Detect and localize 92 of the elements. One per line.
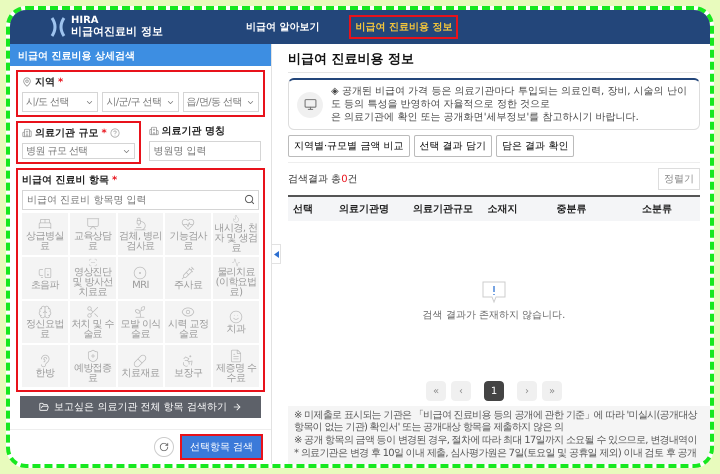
column-header: 의료기관규모: [412, 203, 474, 217]
category-tile[interactable]: 제증명 수수료: [213, 345, 259, 387]
footnote-text: ※ 미제출로 표시되는 기관은 「비급여 진료비용 등의 공개에 관한 기준」에 따라 '미실시(공개대상 항목이 없는 기관) 확인서' 또는 공개대상 항목을 제출하지 않은 의: [294, 410, 698, 434]
pill-icon: [133, 354, 148, 368]
category-tile[interactable]: MRI: [118, 257, 164, 299]
category-tile[interactable]: 보장구: [165, 345, 212, 387]
pager-arrow-button[interactable]: ‹: [451, 381, 471, 401]
sprout-icon: [133, 304, 148, 318]
nav-tab[interactable]: 비급여 진료비용 정보: [349, 15, 458, 39]
result-count: 검색결과 총0건: [288, 173, 358, 186]
site-title: 비급여진료비 정보: [71, 26, 163, 38]
page-title: 비급여 진료비용 정보: [288, 50, 700, 73]
category-tile[interactable]: 주사료: [165, 257, 212, 299]
sidebar-title: 비급여 진료비용 상세검색: [10, 44, 271, 66]
eye-icon: [181, 304, 196, 318]
category-tile[interactable]: 한방: [22, 345, 68, 387]
category-tile[interactable]: 정신요법료: [22, 301, 68, 343]
hospital-icon: [148, 126, 158, 136]
syringe-icon: [181, 266, 196, 280]
required-mark: *: [58, 76, 64, 88]
search-field[interactable]: 비급여 진료비 항목명 입력: [22, 190, 259, 210]
notice-text: ◈ 공개된 비급여 가격 등은 의료기관마다 투입되는 의료인력, 장비, 시술의 난이도 등의 특성을 반영하여 자율적으로 정한 것으로: [331, 85, 688, 111]
wheelchair-icon: [181, 354, 196, 368]
required-mark: *: [101, 128, 107, 138]
logo-text: HIRA: [71, 16, 100, 26]
pager-arrow-button[interactable]: ›: [517, 381, 537, 401]
monitor-icon: [304, 98, 316, 111]
category-tile[interactable]: 치료재료: [118, 345, 164, 387]
bed-icon: [38, 216, 52, 230]
category-tile[interactable]: 초음파: [22, 257, 68, 299]
notice-text: 은 의료기관에 확인 또는 공개화면'세부정보'를 참고하시기 바랍니다.: [331, 111, 640, 124]
shield-plus-icon: [86, 348, 100, 362]
category-tile[interactable]: 처치 및 수술료: [70, 301, 116, 343]
category-tile[interactable]: 내시경, 천자 및 생검료: [213, 213, 259, 255]
refresh-icon: [158, 442, 169, 452]
category-tile[interactable]: 검체, 병리 검사료: [118, 213, 164, 255]
brain-icon: [38, 304, 52, 318]
required-mark: *: [112, 174, 118, 186]
category-tile[interactable]: 상급병실료: [22, 213, 68, 255]
category-tile[interactable]: 모발 이식술료: [118, 301, 164, 343]
microscope-icon: [133, 216, 148, 230]
category-tile[interactable]: 시력 교정술료: [165, 301, 212, 343]
document-icon: [229, 348, 244, 362]
category-tile[interactable]: 예방접종료: [70, 345, 116, 387]
column-header: 소분류: [641, 203, 674, 217]
column-header: 중분류: [556, 203, 588, 217]
reset-button[interactable]: [154, 437, 174, 457]
pager-arrow-button[interactable]: »: [542, 381, 562, 401]
nav-tab[interactable]: 비급여 알아보기: [240, 15, 326, 39]
collapse-button[interactable]: [271, 244, 281, 264]
page-button[interactable]: 1: [484, 381, 504, 401]
category-tile[interactable]: 치과: [213, 301, 259, 343]
target-circle-icon: [133, 266, 148, 280]
category-tile[interactable]: 기능검사료: [165, 213, 212, 255]
map-pin-icon: [22, 77, 32, 87]
arrow-right-icon: [232, 402, 242, 412]
triangle-left-icon: [274, 250, 278, 258]
footnote-text: ※ 공개 항목의 금액 등이 변경된 경우, 절차에 따라 최대 17일까지 소요될 수 있으므로, 변경내역이: [294, 435, 698, 447]
column-header: 선택: [292, 203, 314, 217]
sort-dropdown[interactable]: 정렬기: [658, 168, 700, 190]
search-button[interactable]: 선택항목 검색: [180, 434, 263, 460]
logo-icon: [50, 16, 66, 38]
heart-pulse-icon: [181, 216, 196, 230]
folder-icon: [39, 402, 50, 412]
building-icon: [22, 128, 32, 138]
empty-message: 검색 결과가 존재하지 않습니다.: [422, 309, 566, 322]
category-tile[interactable]: 영상진단 및 방사선치료료: [70, 257, 116, 299]
field-label: 지역: [35, 76, 55, 89]
category-tile[interactable]: 물리치료 (이학요법료): [213, 257, 259, 299]
dropdown[interactable]: 읍/면/동 선택: [182, 92, 259, 112]
action-button[interactable]: 선택 결과 담기: [414, 135, 492, 157]
field-label: 비급여 진료비 항목: [22, 174, 109, 187]
alert-bubble-icon: [481, 280, 507, 304]
dropdown[interactable]: 병원 규모 선택: [22, 143, 134, 159]
dropdown[interactable]: 시/도 선택: [22, 92, 98, 112]
footnote-text: * 의료기관은 변경 후 10일 이내 제출, 심사평가원은 7일(토요일 및 공휴일 제외) 이내 검토 후 공개: [294, 448, 698, 460]
presentation-board-icon: [86, 216, 100, 230]
monitor-speaker-icon: [38, 266, 52, 280]
scissors-icon: [86, 304, 100, 318]
field-label: 의료기관 명칭: [162, 125, 225, 138]
column-header: 의료기관명: [338, 203, 390, 217]
dropdown[interactable]: 시/군/구 선택: [102, 92, 179, 112]
pager-arrow-button[interactable]: «: [426, 381, 446, 401]
field-label: 의료기관 규모: [35, 127, 98, 140]
column-header: 소재지: [486, 203, 518, 217]
input-field[interactable]: 병원명 입력: [148, 141, 261, 161]
action-button[interactable]: 담은 결과 확인: [496, 135, 574, 157]
search-icon[interactable]: [244, 194, 255, 205]
category-tile[interactable]: 교육상담료: [70, 213, 116, 255]
action-button[interactable]: 지역별·규모별 금액 비교: [288, 135, 410, 157]
all-items-search-button[interactable]: 보고싶은 의료기관 전체 항목 검색하기: [20, 396, 261, 418]
smile-icon: [229, 310, 244, 324]
